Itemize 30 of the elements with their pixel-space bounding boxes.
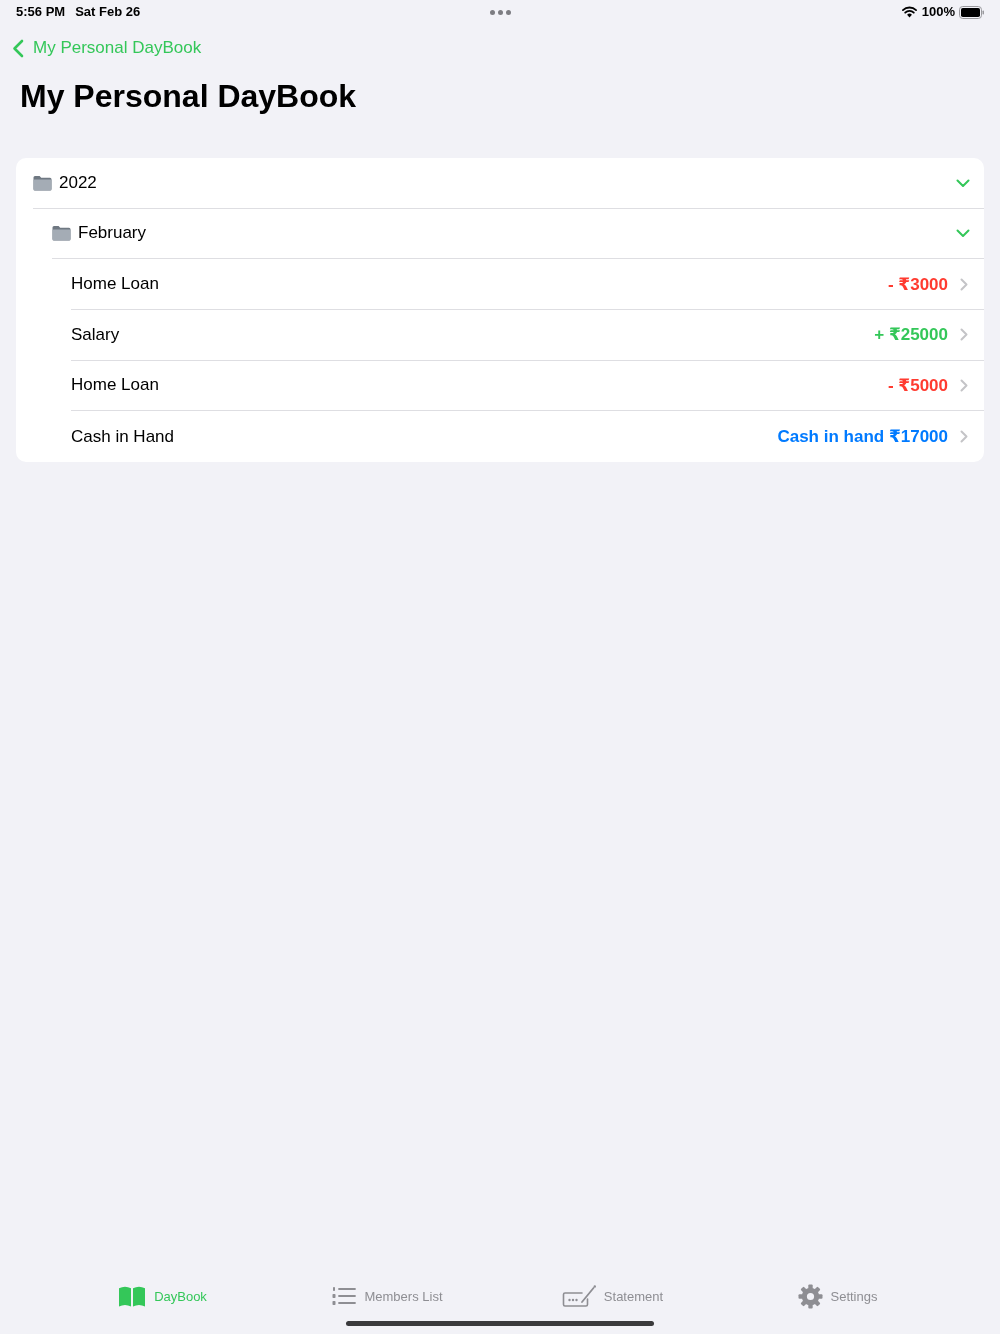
page-title: My Personal DayBook [20, 77, 357, 116]
chevron-down-icon[interactable] [956, 178, 970, 188]
folder-label[interactable]: 2022 [59, 172, 97, 193]
entry-amount: Cash in hand ₹17000 [777, 426, 948, 448]
ellipsis-icon[interactable] [489, 9, 511, 15]
back-chevron-icon [12, 38, 24, 58]
entry-label[interactable]: Home Loan [71, 274, 159, 295]
folder-icon [52, 225, 71, 242]
folder-icon [33, 174, 52, 191]
chevron-right-icon [960, 277, 968, 291]
battery-percent: 100% [921, 4, 955, 20]
chevron-down-icon[interactable] [956, 229, 970, 238]
status-time: 5:56 PM [16, 4, 66, 20]
entry-label[interactable]: Cash in Hand [71, 426, 174, 447]
folder-label[interactable]: February [78, 223, 147, 244]
entry-amount: + ₹25000 [874, 324, 948, 346]
entry-amount: - ₹5000 [887, 374, 948, 396]
list-icon [332, 1286, 357, 1306]
book-icon [118, 1285, 147, 1307]
entry-label[interactable]: Salary [71, 324, 120, 345]
settings-icon [797, 1283, 823, 1309]
chevron-right-icon [960, 328, 968, 342]
chevron-right-icon [960, 378, 968, 392]
pencil-box-icon [561, 1285, 596, 1307]
entry-label[interactable]: Home Loan [71, 375, 159, 396]
entry-amount: - ₹3000 [887, 273, 948, 295]
chevron-right-icon [960, 430, 968, 444]
status-date: Sat Feb 26 [75, 4, 141, 20]
battery-icon [959, 5, 984, 19]
wifi-icon [901, 6, 917, 18]
